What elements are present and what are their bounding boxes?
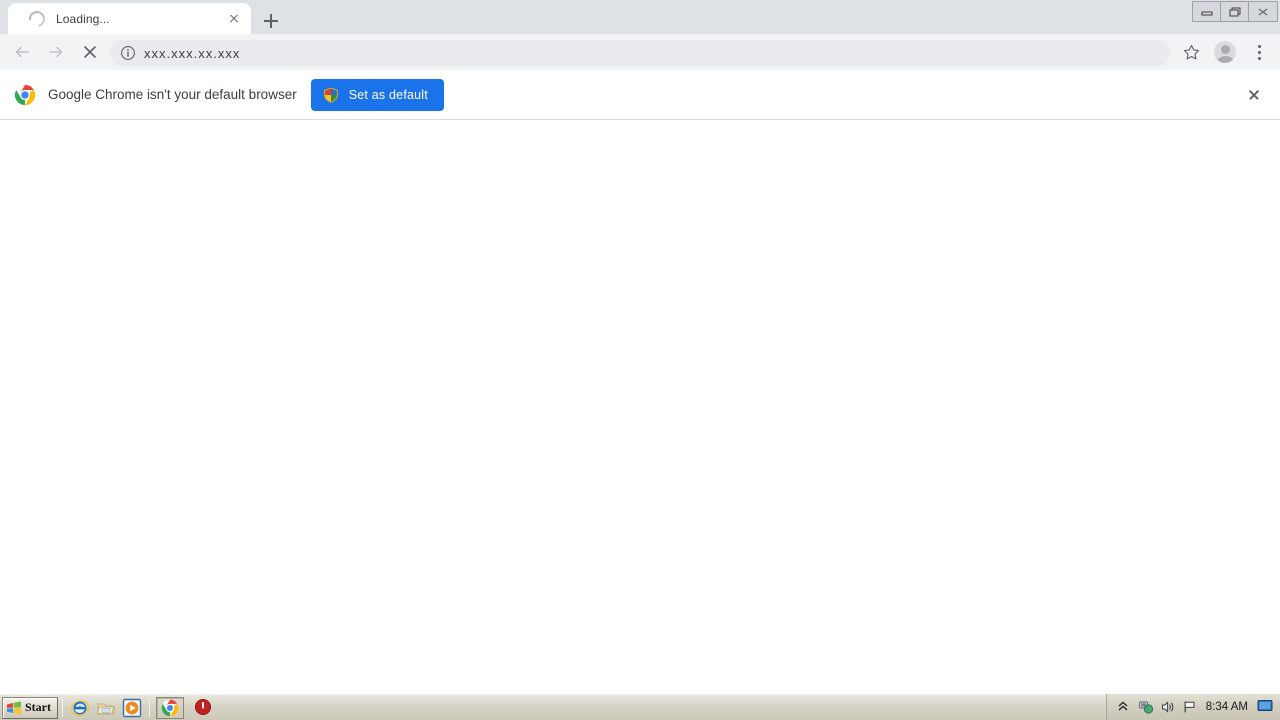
set-as-default-button[interactable]: Set as default [310,78,444,111]
chrome-task-icon [161,699,179,716]
clock-time[interactable]: 8:34 AM [1206,701,1248,713]
quick-launch-separator [62,698,63,717]
chevron-up-icon[interactable] [1116,699,1132,715]
profile-avatar[interactable] [1208,35,1242,69]
restore-button[interactable] [1221,2,1249,21]
bookmark-star-icon[interactable] [1174,35,1208,69]
taskbar-item-red-app[interactable] [194,698,214,718]
internet-explorer-icon[interactable] [70,698,90,718]
close-button[interactable] [1249,2,1277,21]
volume-speaker-icon[interactable] [1160,699,1176,715]
forward-button[interactable] [39,35,73,69]
toolbar-right-actions [1174,35,1276,69]
infobar-message: Google Chrome isn't your default browser [48,87,297,102]
tab-title: Loading... [56,11,110,26]
stop-loading-button[interactable] [73,35,107,69]
start-label: Start [25,700,51,714]
avatar-icon [1214,41,1236,63]
windows-explorer-icon[interactable] [96,698,116,718]
window-controls [1192,1,1278,22]
close-tab-icon[interactable] [225,10,243,28]
chrome-logo-icon [14,84,36,106]
url-text: xxx.xxx.xx.xxx [144,45,241,61]
info-circle-icon[interactable] [120,45,136,61]
minimize-button[interactable] [1193,2,1221,21]
media-player-icon[interactable] [122,698,142,718]
loading-spinner-icon [25,7,49,30]
system-tray: 8:34 AM [1105,694,1280,720]
taskbar-item-chrome[interactable] [156,696,184,719]
default-browser-infobar: Google Chrome isn't your default browser… [0,70,1280,120]
start-button[interactable]: Start [2,696,58,719]
network-icon[interactable] [1138,699,1154,715]
browser-window: Loading... xxx.xxx.xx.xxx Google Chrome … [0,0,1280,720]
shield-icon [323,87,339,103]
task-separator [149,698,150,717]
tab-strip: Loading... [0,0,1280,34]
infobar-close-icon[interactable] [1242,83,1266,107]
page-content: ANY RUN Resolving host... [0,121,1280,694]
address-bar[interactable]: xxx.xxx.xx.xxx [110,40,1170,66]
new-tab-button[interactable] [258,8,284,34]
flag-icon[interactable] [1182,699,1198,715]
windows-taskbar: Start [0,694,1280,720]
windows-flag-icon [7,700,21,714]
set-as-default-label: Set as default [348,87,428,102]
browser-tab[interactable]: Loading... [8,3,251,34]
back-button[interactable] [5,35,39,69]
chrome-menu-button[interactable] [1242,35,1276,69]
show-desktop-icon[interactable] [1257,699,1273,715]
